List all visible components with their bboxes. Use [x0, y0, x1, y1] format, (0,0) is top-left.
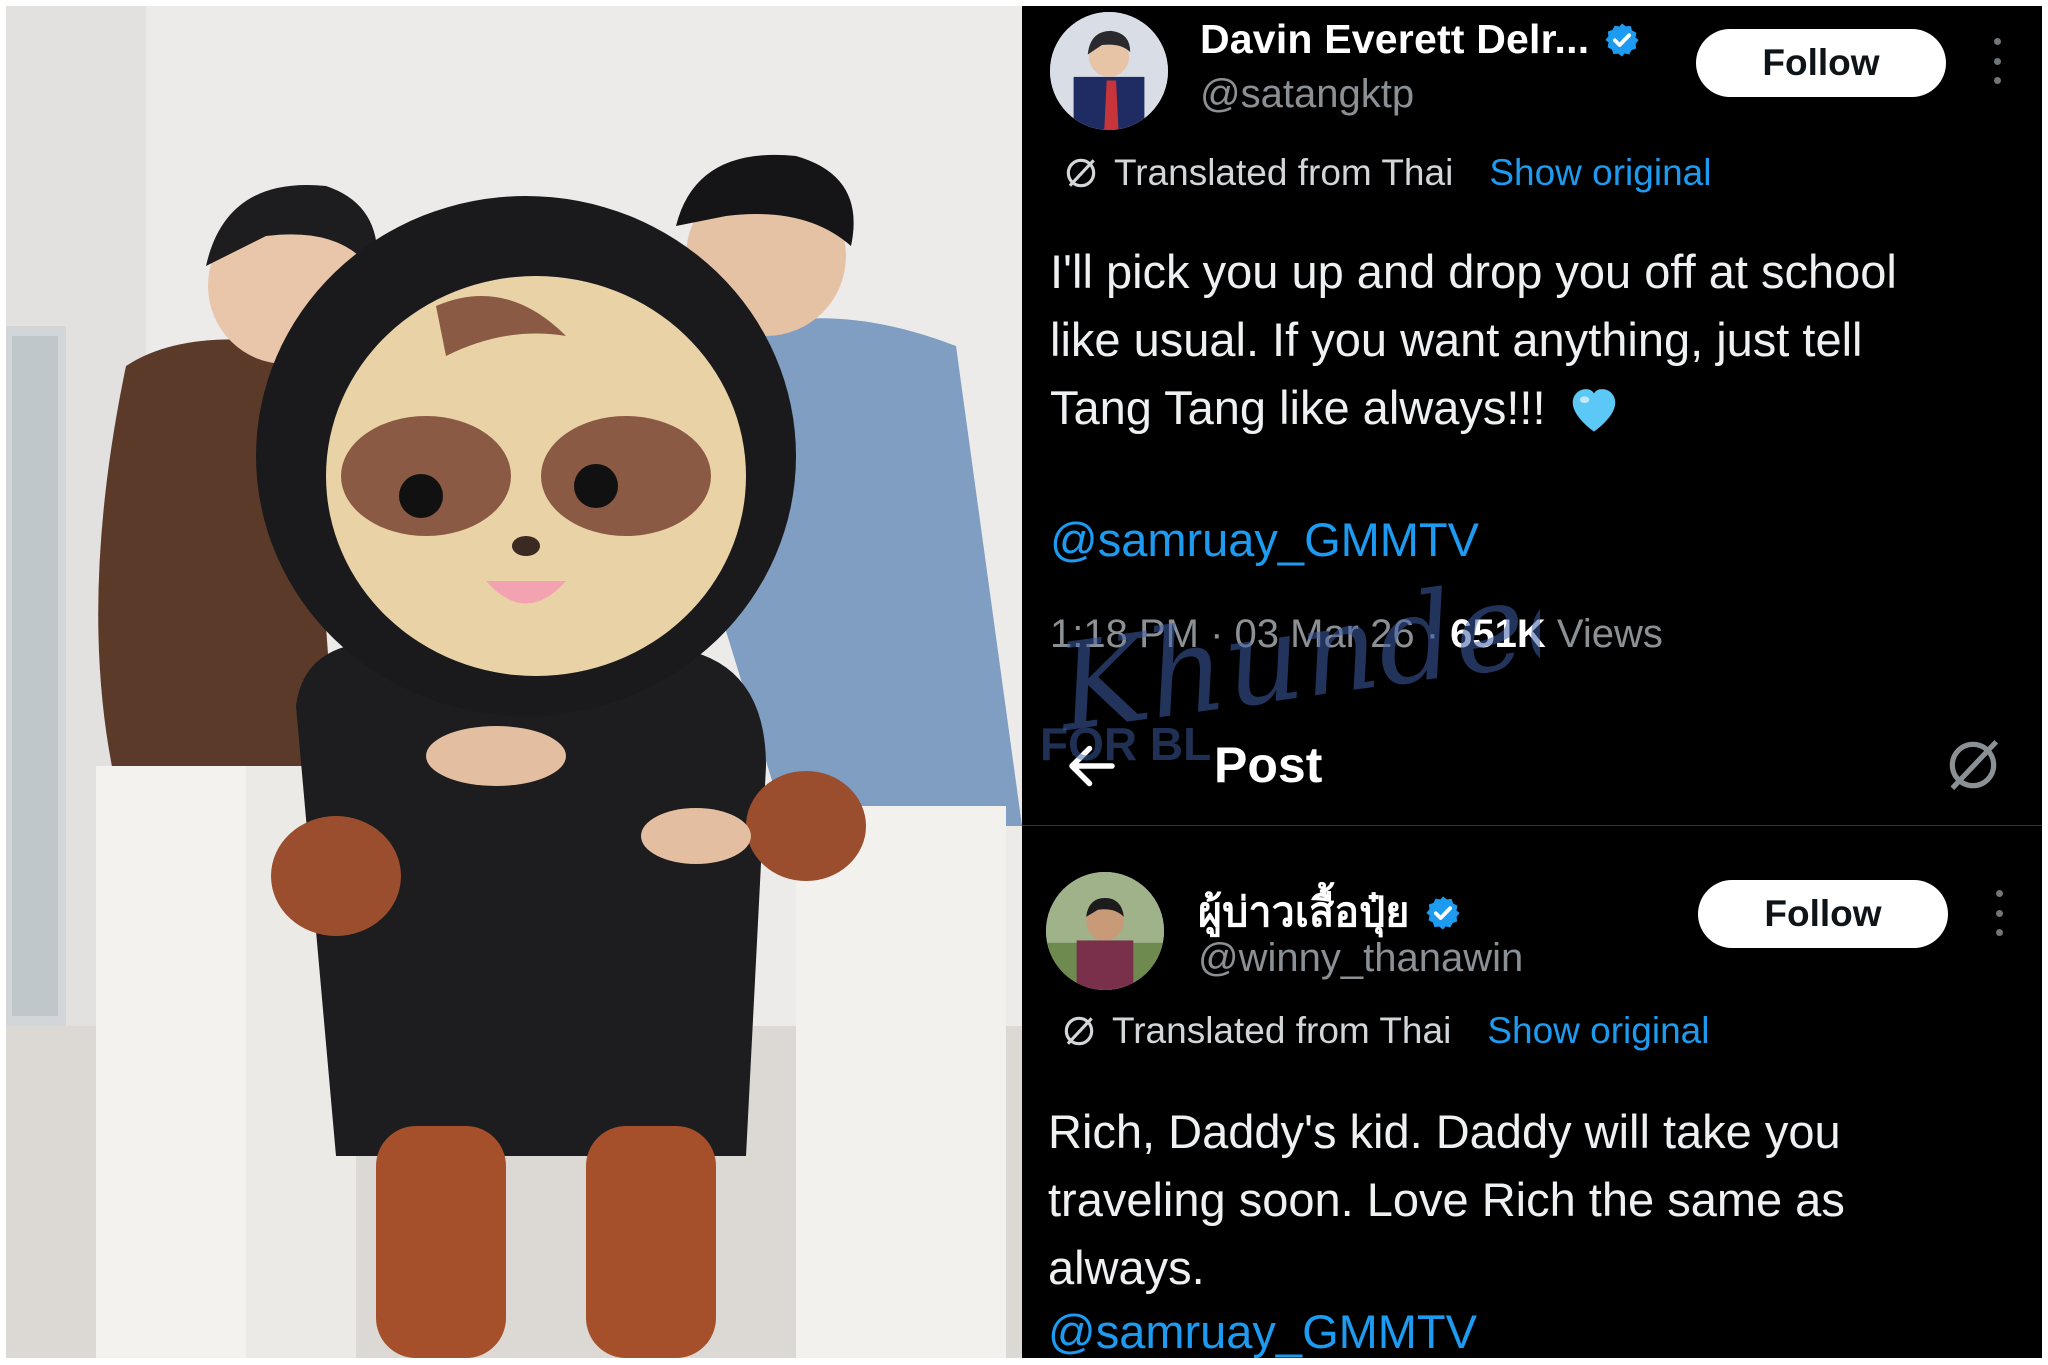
tweet-text-line: always.	[1048, 1241, 1205, 1294]
post-header-bar: Post	[1022, 706, 2042, 826]
translated-label: Translated from Thai	[1112, 1010, 1452, 1051]
mention-link[interactable]: @samruay_GMMTV	[1050, 512, 1479, 567]
tweet-text: Rich, Daddy's kid. Daddy will take you t…	[1048, 1098, 1845, 1302]
tweet-text: I'll pick you up and drop you off at sch…	[1050, 238, 1897, 442]
handle[interactable]: @winny_thanawin	[1198, 936, 1523, 981]
tweet-text-line: like usual. If you want anything, just t…	[1050, 313, 1863, 366]
tweet-text-line: I'll pick you up and drop you off at sch…	[1050, 245, 1897, 298]
translated-row: Translated from Thai Show original	[1062, 152, 1711, 194]
translated-label: Translated from Thai	[1114, 152, 1454, 193]
display-name[interactable]: Davin Everett Delr...	[1200, 16, 1589, 63]
back-arrow-icon[interactable]	[1062, 736, 1122, 796]
translate-icon[interactable]	[1942, 734, 2004, 796]
tweet-2: ผู้บ่าวเสื้อปุ๋ย @winny_thanawin Follow …	[1022, 836, 2042, 1358]
translate-icon	[1066, 158, 1096, 188]
verified-badge-icon	[1605, 22, 1639, 57]
verified-badge-icon	[1425, 895, 1460, 930]
tweet-text-line: Tang Tang like always!!!	[1050, 381, 1546, 434]
avatar[interactable]	[1050, 12, 1168, 130]
tweet-text-line-wrap: Tang Tang like always!!!	[1050, 374, 1897, 442]
tweet-text-line: traveling soon. Love Rich the same as	[1048, 1173, 1845, 1226]
more-icon[interactable]	[1990, 38, 2004, 84]
post-title: Post	[1214, 737, 1323, 793]
avatar-image	[1046, 872, 1164, 990]
blue-heart-emoji-icon	[1572, 389, 1615, 432]
avatar[interactable]	[1046, 872, 1164, 990]
translated-row: Translated from Thai Show original	[1060, 1010, 1709, 1052]
show-original-link[interactable]: Show original	[1489, 152, 1711, 194]
translate-icon	[1064, 1016, 1094, 1046]
mention-link[interactable]: @samruay_GMMTV	[1048, 1304, 1477, 1358]
tweet-meta: 1:18 PM · 03 Mar 26 · 651K Views	[1050, 612, 1663, 657]
name-row: Davin Everett Delr...	[1200, 16, 1641, 63]
tweet-panel: Davin Everett Delr... @satangktp Follow …	[1022, 6, 2042, 1358]
tweet-1: Davin Everett Delr... @satangktp Follow …	[1022, 6, 2042, 826]
handle[interactable]: @satangktp	[1200, 72, 1414, 117]
follow-button[interactable]: Follow	[1698, 880, 1948, 948]
tweet-timestamp[interactable]: 1:18 PM · 03 Mar 26 ·	[1050, 612, 1450, 656]
tweet-text-line: Rich, Daddy's kid. Daddy will take you	[1048, 1105, 1841, 1158]
photo-illustration	[6, 6, 1022, 1358]
photo	[6, 6, 1022, 1358]
views-count: 651K	[1450, 612, 1546, 656]
views-label: Views	[1545, 612, 1663, 656]
more-icon[interactable]	[1992, 890, 2006, 936]
follow-button[interactable]: Follow	[1696, 29, 1946, 97]
show-original-link[interactable]: Show original	[1487, 1010, 1709, 1052]
avatar-image	[1050, 12, 1168, 130]
